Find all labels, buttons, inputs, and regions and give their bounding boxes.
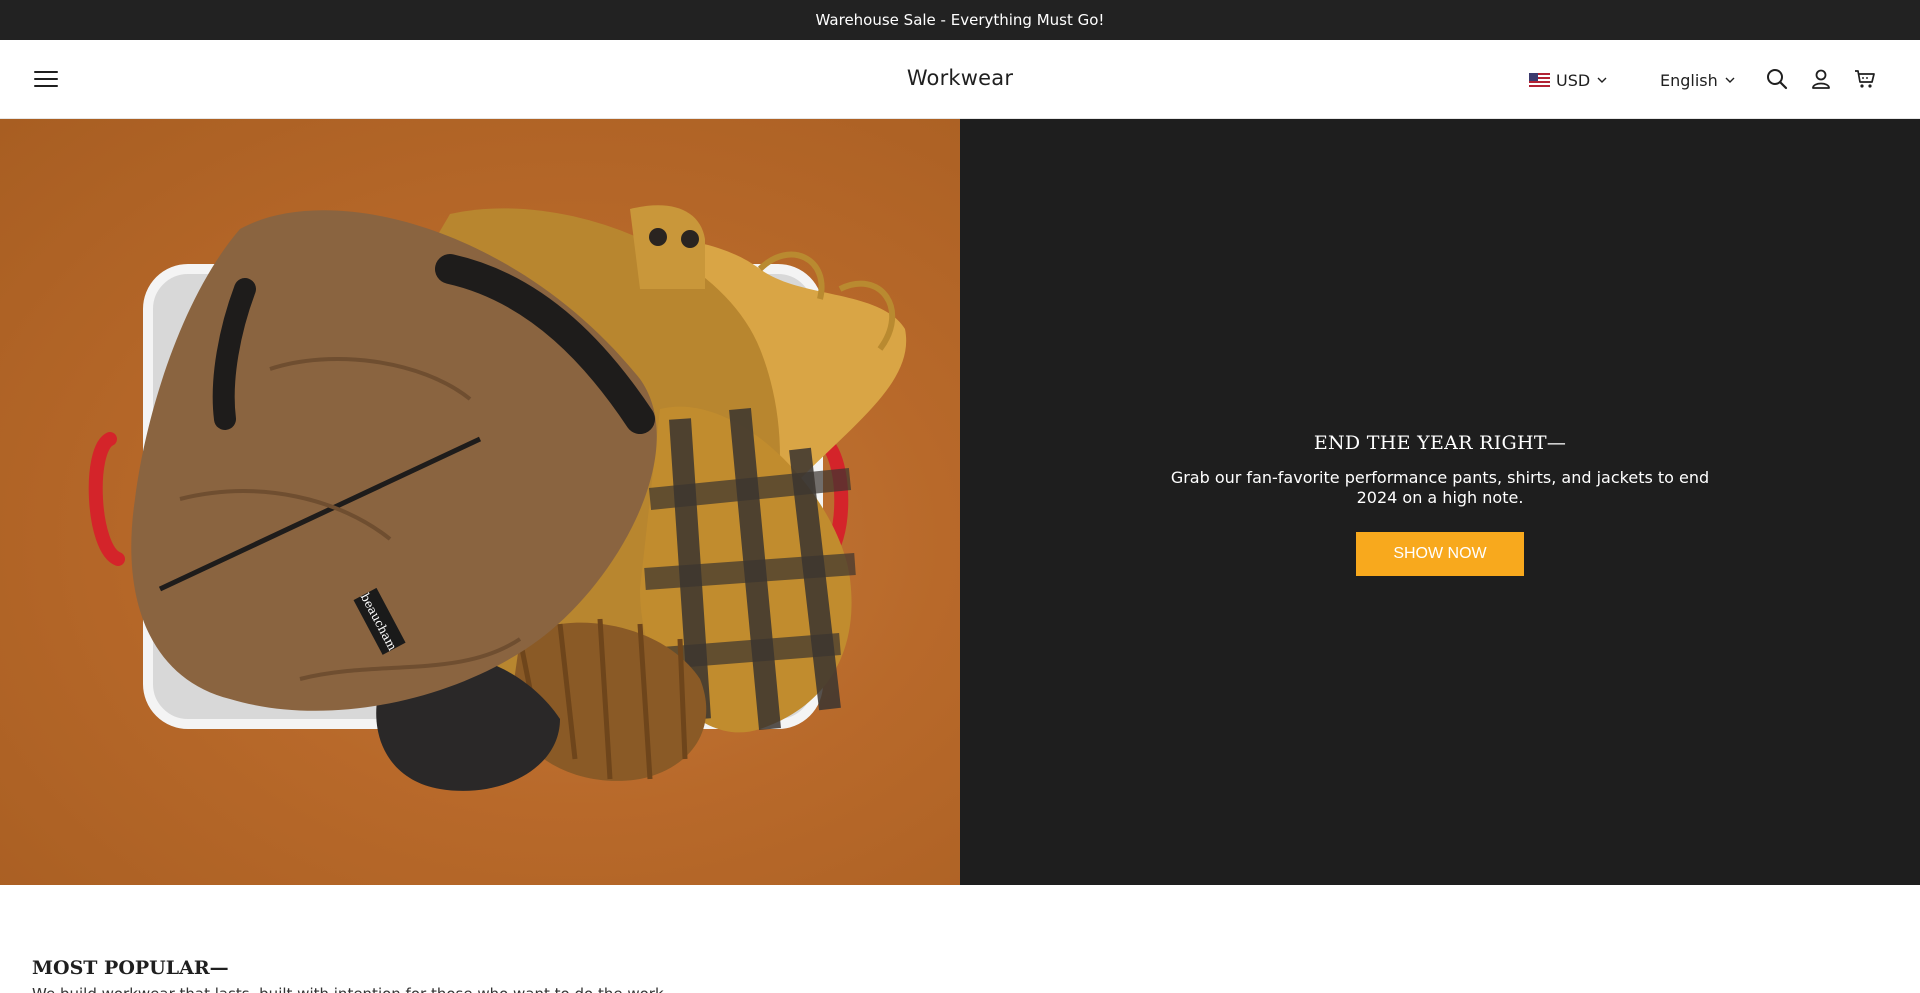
us-flag-icon xyxy=(1529,73,1550,87)
language-selector[interactable]: English xyxy=(1660,68,1736,92)
search-icon[interactable] xyxy=(1764,66,1790,92)
site-header: Workwear USD English xyxy=(0,40,1920,119)
shop-now-button[interactable]: SHOW NOW xyxy=(1356,532,1524,576)
announcement-text: Warehouse Sale - Everything Must Go! xyxy=(815,11,1105,29)
hero-panel: END THE YEAR RIGHT— Grab our fan-favorit… xyxy=(960,119,1920,885)
hero-description: Grab our fan-favorite performance pants,… xyxy=(1170,468,1710,507)
brand-logo: Workwear xyxy=(0,66,1920,90)
hero-image: beaucham xyxy=(0,119,960,885)
hero-content: END THE YEAR RIGHT— Grab our fan-favorit… xyxy=(960,432,1920,576)
chevron-down-icon xyxy=(1597,77,1607,83)
brand-name[interactable]: Workwear xyxy=(907,66,1013,90)
currency-selector[interactable]: USD xyxy=(1529,68,1608,92)
chevron-down-icon xyxy=(1725,77,1735,83)
hero-title: END THE YEAR RIGHT— xyxy=(1313,432,1567,454)
account-icon[interactable] xyxy=(1808,66,1834,92)
most-popular-title: MOST POPULAR— xyxy=(32,957,229,979)
menu-icon[interactable] xyxy=(34,68,60,90)
hero-banner: beaucham END THE YEAR RIGHT— Grab our fa… xyxy=(0,119,1920,885)
most-popular-subtitle: We build workwear that lasts, built with… xyxy=(32,985,668,993)
cart-icon[interactable] xyxy=(1852,66,1878,92)
announcement-bar: Warehouse Sale - Everything Must Go! xyxy=(0,0,1920,40)
currency-label: USD xyxy=(1556,70,1591,90)
language-label: English xyxy=(1660,70,1718,90)
